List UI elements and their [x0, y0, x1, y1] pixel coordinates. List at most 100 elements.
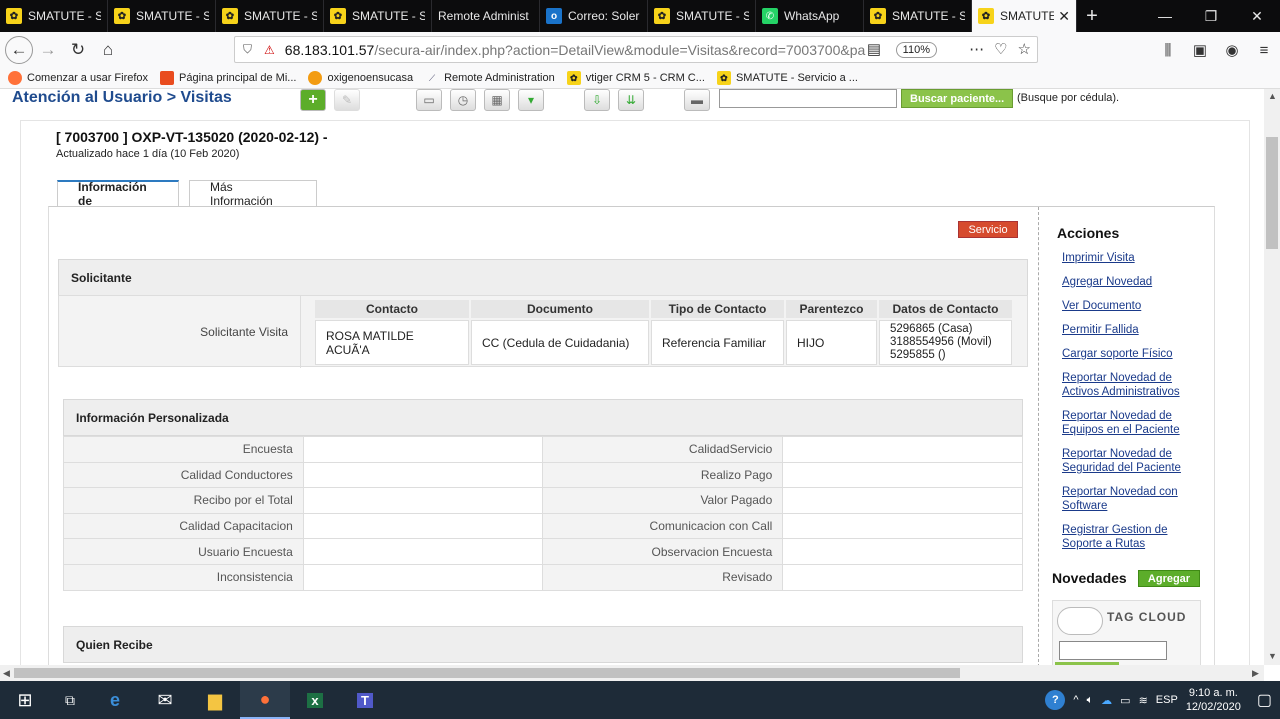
minimize-icon[interactable]: — [1142, 0, 1188, 32]
menu-icon[interactable]: ≡ [1248, 42, 1280, 59]
notifications-icon[interactable]: ▢ [1257, 690, 1272, 710]
document-icon[interactable]: ▭ [416, 89, 442, 111]
taskbar: ⊞ ⧉ e ✉ ▆ ● x T ? ^ 🔈︎ ☁ ▭ ≋ ESP 9:10 a.… [0, 681, 1280, 719]
system-tray: ? ^ 🔈︎ ☁ ▭ ≋ ESP 9:10 a. m. 12/02/2020 ▢ [1045, 681, 1280, 719]
export-icon[interactable]: ⇩ [584, 89, 610, 111]
table-row: Encuesta CalidadServicio [63, 436, 1023, 463]
library-icon[interactable]: ⫼ [1152, 42, 1184, 59]
browser-tab[interactable]: ✿SMATUTE - Se [648, 0, 756, 32]
browser-tab[interactable]: ✿SMATUTE - Se [0, 0, 108, 32]
account-icon[interactable]: ◉ [1216, 41, 1248, 59]
scroll-thumb[interactable] [1266, 137, 1278, 249]
zoom-level[interactable]: 110% [895, 42, 937, 58]
mail-icon[interactable]: ✉ [140, 681, 190, 719]
link-permitir-fallida[interactable]: Permitir Fallida [1062, 323, 1197, 337]
browser-tab[interactable]: ✿SMATUTE - Se [216, 0, 324, 32]
import-icon[interactable]: ▾ [518, 89, 544, 111]
patient-search-input[interactable] [719, 89, 897, 108]
reload-icon[interactable]: ↻ [63, 35, 93, 65]
pocket-icon[interactable]: ♡ [994, 40, 1007, 58]
scroll-left-icon[interactable]: ◀ [3, 668, 10, 679]
bookmark-item[interactable]: ✿ SMATUTE - Servicio a ... [716, 71, 858, 85]
new-tab-button[interactable]: + [1077, 0, 1107, 32]
close-window-icon[interactable]: ✕ [1234, 0, 1280, 32]
more-actions-icon[interactable]: ⋯ [969, 40, 984, 58]
link-novedad-activos[interactable]: Reportar Novedad de Activos Administrati… [1062, 371, 1197, 399]
oxygen-icon [308, 71, 323, 85]
link-ver-documento[interactable]: Ver Documento [1062, 299, 1197, 313]
calculator-icon[interactable]: ▦ [484, 89, 510, 111]
link-novedad-software[interactable]: Reportar Novedad con Software [1062, 485, 1197, 513]
reader-view-icon[interactable]: ▤ [867, 40, 881, 58]
browser-tab[interactable]: Remote Administ [432, 0, 540, 32]
scroll-right-icon[interactable]: ▶ [1252, 668, 1259, 679]
browser-tab-active[interactable]: ✿ SMATUTE ✕ [972, 0, 1077, 32]
bookmark-item[interactable]: oxigenoensucasa [308, 71, 413, 85]
volume-icon[interactable]: 🔈︎ [1087, 694, 1094, 707]
browser-tab[interactable]: ✿SMATUTE - Se [864, 0, 972, 32]
agregar-novedad-button[interactable]: Agregar [1138, 570, 1200, 587]
url-host: 68.183.101.57 [284, 41, 375, 58]
help-icon[interactable]: ? [1045, 690, 1066, 710]
link-novedad-seguridad[interactable]: Reportar Novedad de Seguridad del Pacien… [1062, 447, 1197, 475]
smatute-icon: ✿ [222, 8, 238, 24]
insecure-lock-icon[interactable]: ⚠ [264, 43, 275, 57]
link-novedad-equipos[interactable]: Reportar Novedad de Equipos en el Pacien… [1062, 409, 1197, 437]
horizontal-scrollbar[interactable]: ◀ ▶ [0, 665, 1264, 681]
home-icon[interactable]: ⌂ [93, 35, 123, 65]
teams-icon[interactable]: T [340, 681, 390, 719]
firefox-icon[interactable]: ● [240, 681, 290, 719]
bookmark-item[interactable]: ⟋ Remote Administration [425, 71, 555, 85]
task-view-icon[interactable]: ⧉ [50, 681, 90, 719]
export-all-icon[interactable]: ⇊ [618, 89, 644, 111]
browser-tab[interactable]: ✆ WhatsApp [756, 0, 864, 32]
tag-cloud-title: TAG CLOUD [1107, 610, 1187, 624]
clock-icon[interactable]: ◷ [450, 89, 476, 111]
scroll-up-icon[interactable]: ▲ [1268, 91, 1277, 101]
search-patient-button[interactable]: Buscar paciente... [901, 89, 1014, 108]
battery-icon[interactable]: ▭ [1120, 694, 1130, 707]
tag-input[interactable] [1059, 641, 1167, 660]
scroll-thumb[interactable] [14, 668, 960, 678]
edit-icon[interactable]: ✎ [334, 89, 360, 111]
scroll-down-icon[interactable]: ▼ [1268, 651, 1277, 661]
shield-icon[interactable]: ⛉ [243, 42, 252, 57]
back-icon[interactable]: ← [5, 36, 33, 64]
sidebar-icon[interactable]: ▣ [1184, 41, 1216, 59]
onedrive-icon[interactable]: ☁ [1101, 694, 1112, 707]
browser-tab[interactable]: ✿SMATUTE - Se [108, 0, 216, 32]
bookmark-item[interactable]: ✿ vtiger CRM 5 - CRM C... [566, 71, 705, 85]
browser-tab-strip: ✿SMATUTE - Se ✿SMATUTE - Se ✿SMATUTE - S… [0, 0, 1280, 32]
bookmarks-bar: Comenzar a usar Firefox Página principal… [0, 68, 1280, 89]
link-imprimir-visita[interactable]: Imprimir Visita [1062, 251, 1197, 265]
browser-tab[interactable]: o Correo: Soler [540, 0, 648, 32]
bookmark-item[interactable]: Página principal de Mi... [160, 71, 296, 85]
table-row: Calidad Conductores Realizo Pago [63, 461, 1023, 489]
restore-icon[interactable]: ❐ [1188, 0, 1234, 32]
edge-icon[interactable]: e [90, 681, 140, 719]
link-cargar-soporte[interactable]: Cargar soporte Físico [1062, 347, 1197, 361]
browser-tab[interactable]: ✿SMATUTE - Se [324, 0, 432, 32]
start-icon[interactable]: ⊞ [0, 681, 50, 719]
bookmark-star-icon[interactable]: ☆ [1018, 40, 1031, 58]
excel-icon[interactable]: x [290, 681, 340, 719]
clock[interactable]: 9:10 a. m. 12/02/2020 [1186, 686, 1241, 714]
cell-tipo: Referencia Familiar [651, 320, 784, 365]
language-indicator[interactable]: ESP [1156, 694, 1178, 706]
url-bar[interactable]: ⛉ ⚠ 68.183.101.57 /secura-air/index.php?… [234, 36, 1038, 63]
chevron-up-icon[interactable]: ^ [1073, 694, 1078, 706]
file-explorer-icon[interactable]: ▆ [190, 681, 240, 719]
tab-informacion[interactable]: Información de [57, 180, 179, 208]
vertical-scrollbar[interactable]: ▲ ▼ [1264, 89, 1280, 665]
link-gestion-rutas[interactable]: Registrar Gestion de Soporte a Rutas [1062, 523, 1197, 551]
wifi-icon[interactable]: ≋ [1139, 694, 1148, 707]
monitor-icon[interactable]: ▬ [684, 89, 710, 111]
tab-mas-informacion[interactable]: Más Información [189, 180, 317, 208]
bookmark-item[interactable]: Comenzar a usar Firefox [8, 71, 148, 85]
add-icon[interactable]: + [300, 89, 326, 111]
novedades-title: Novedades [1052, 570, 1127, 586]
close-tab-icon[interactable]: ✕ [1058, 8, 1070, 25]
forward-icon[interactable]: → [33, 35, 63, 65]
link-agregar-novedad[interactable]: Agregar Novedad [1062, 275, 1197, 289]
service-badge[interactable]: Servicio [958, 221, 1018, 238]
